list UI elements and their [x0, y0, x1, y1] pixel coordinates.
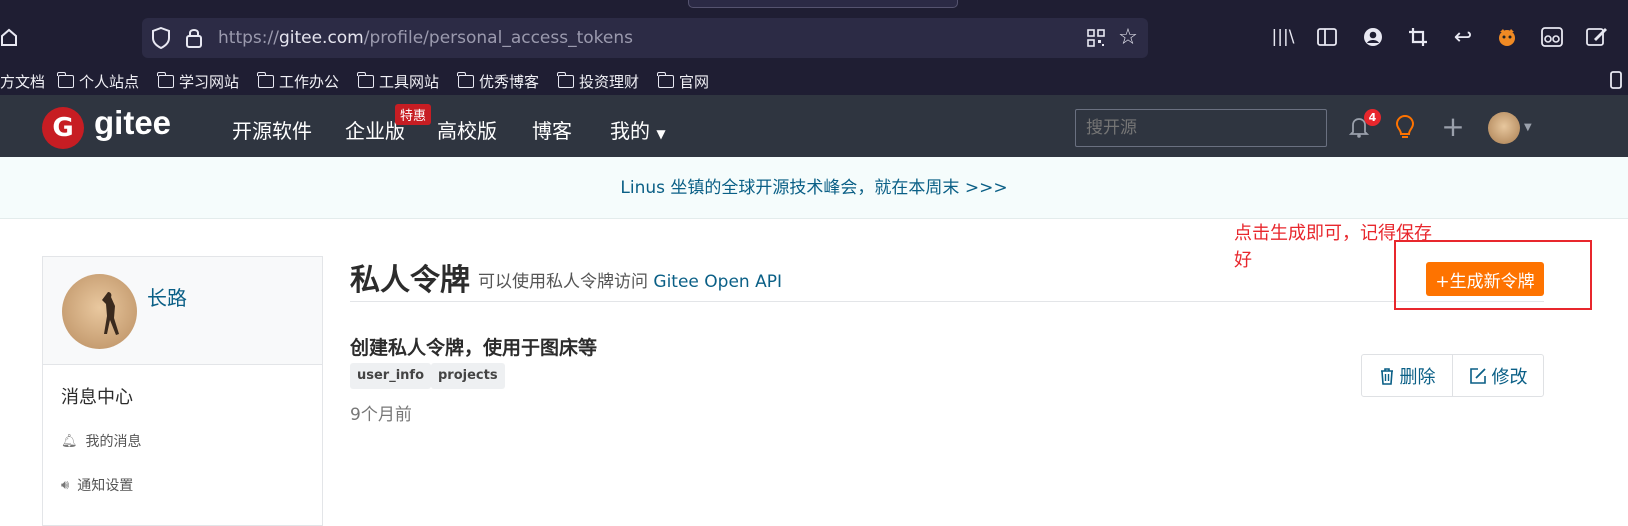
trash-icon [1380, 367, 1393, 385]
promo-badge: 特惠 [395, 104, 432, 125]
bell-icon: 🔔︎ [61, 433, 78, 449]
token-name: 创建私人令牌，使用于图床等 [350, 337, 598, 359]
folder-icon [557, 72, 574, 88]
message-center-heading: 消息中心 [61, 387, 133, 408]
folder-icon [657, 72, 674, 88]
folder-icon [257, 72, 274, 88]
plus-icon[interactable]: + [1440, 110, 1466, 143]
star-icon[interactable]: ☆ [1117, 25, 1139, 50]
account-icon[interactable] [1362, 26, 1384, 48]
sidebar-item-notification-settings[interactable]: 🔊︎ 通知设置 [61, 475, 133, 495]
bookmark-item[interactable]: 官网 [657, 71, 709, 92]
page-title: 私人令牌 [350, 263, 470, 298]
bookmark-item[interactable]: 优秀博客 [457, 71, 539, 92]
nav-open-source[interactable]: 开源软件 [232, 115, 312, 144]
home-icon[interactable] [0, 26, 18, 48]
generate-token-button[interactable]: +生成新令牌 [1426, 262, 1544, 296]
folder-icon [357, 72, 374, 88]
nav-mine[interactable]: 我的 ▼ [610, 115, 666, 144]
shield-icon[interactable] [150, 27, 172, 49]
avatar[interactable] [62, 274, 137, 349]
mobile-bookmarks-icon[interactable] [1608, 70, 1624, 90]
extension-glasses-icon[interactable] [1540, 26, 1564, 48]
lock-icon[interactable] [184, 26, 204, 50]
gitee-wordmark[interactable]: gitee [94, 104, 171, 142]
undo-icon[interactable]: ↩ [1452, 25, 1474, 50]
folder-icon [457, 72, 474, 88]
speaker-icon: 🔊︎ [61, 477, 70, 493]
profile-sidebar: 长路 消息中心 🔔︎ 我的消息 🔊︎ 通知设置 [42, 256, 323, 526]
page-subtitle: 可以使用私人令牌访问 Gitee Open API [478, 272, 782, 292]
bookmark-item[interactable]: 个人站点 [57, 71, 139, 92]
delete-button[interactable]: 删除 [1362, 355, 1453, 396]
sidebar-icon[interactable] [1316, 27, 1338, 47]
scope-tag: user_info [350, 363, 432, 389]
bookmark-item[interactable]: 工作办公 [257, 71, 339, 92]
qr-code-icon[interactable] [1086, 28, 1106, 48]
nav-education[interactable]: 高校版 [437, 115, 497, 144]
crop-icon[interactable] [1407, 26, 1429, 48]
folder-icon [157, 72, 174, 88]
profile-card: 长路 [43, 257, 322, 365]
bookmark-item[interactable]: 方文档 [0, 71, 45, 92]
user-avatar[interactable] [1488, 112, 1520, 144]
token-actions: 删除 修改 [1361, 354, 1544, 397]
username-link[interactable]: 长路 [147, 282, 187, 311]
gitee-logo[interactable]: G [42, 107, 84, 149]
sidebar-item-my-messages[interactable]: 🔔︎ 我的消息 [61, 431, 142, 451]
announcement-banner[interactable]: Linus 坐镇的全球开源技术峰会，就在本周末 >>> [0, 157, 1628, 219]
edit-button[interactable]: 修改 [1453, 355, 1543, 396]
bookmark-item[interactable]: 学习网站 [157, 71, 239, 92]
extension-fox-icon[interactable] [1496, 26, 1518, 48]
lightbulb-icon[interactable] [1393, 114, 1417, 140]
bookmark-item[interactable]: 投资理财 [557, 71, 639, 92]
notification-count: 4 [1364, 109, 1381, 126]
url-text[interactable]: https://gitee.com/profile/personal_acces… [218, 28, 633, 48]
scope-tag: projects [431, 363, 505, 389]
edit-page-icon[interactable] [1585, 26, 1609, 48]
caret-down-icon[interactable]: ▼ [1524, 122, 1532, 133]
library-icon[interactable]: |||\ [1272, 26, 1295, 48]
divider [350, 301, 1544, 302]
edit-icon [1469, 367, 1486, 384]
folder-icon [57, 72, 74, 88]
token-timestamp: 9个月前 [350, 405, 412, 425]
nav-blog[interactable]: 博客 [532, 115, 572, 144]
open-api-link[interactable]: Gitee Open API [653, 272, 782, 292]
tab-strip[interactable] [688, 0, 958, 8]
search-input[interactable] [1075, 109, 1327, 147]
bookmark-item[interactable]: 工具网站 [357, 71, 439, 92]
caret-down-icon: ▼ [656, 127, 666, 141]
